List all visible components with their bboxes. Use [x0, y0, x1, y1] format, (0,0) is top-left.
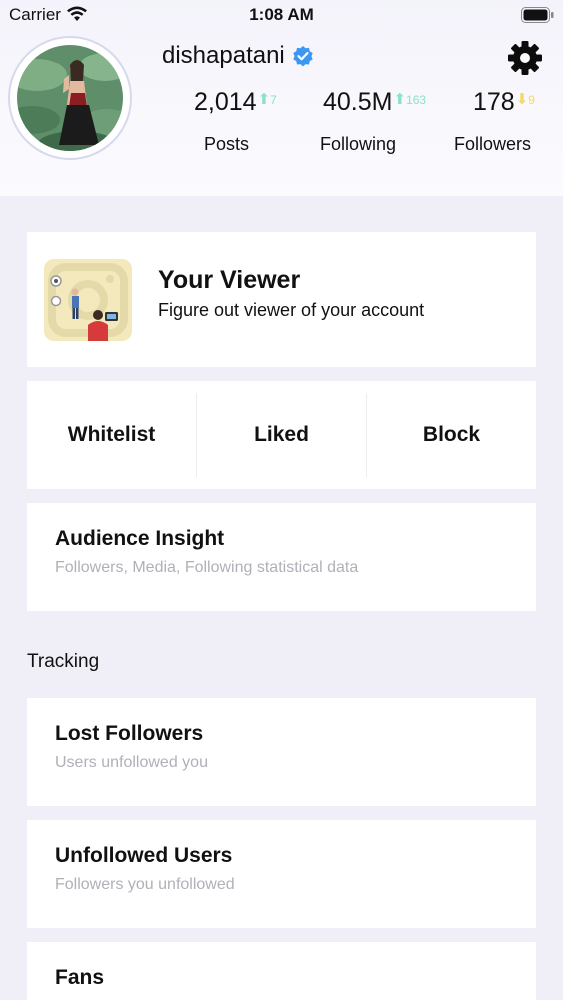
- arrow-up-icon: ⬆: [257, 91, 271, 108]
- posts-count: 2,014: [194, 88, 257, 116]
- username-row: dishapatani: [162, 42, 315, 70]
- verified-badge-icon: [293, 46, 313, 67]
- gear-icon[interactable]: [507, 40, 543, 76]
- battery-icon: [521, 7, 554, 23]
- viewer-title: Your Viewer: [158, 266, 301, 294]
- audience-insight-title: Audience Insight: [55, 527, 225, 550]
- fans-title: Fans: [55, 966, 105, 989]
- unfollowed-users-title: Unfollowed Users: [55, 844, 233, 867]
- tracking-section-label: Tracking: [27, 651, 100, 672]
- following-delta: ⬆163: [393, 91, 427, 108]
- arrow-down-icon: ⬇: [515, 91, 529, 108]
- posts-stat[interactable]: 2,014⬆7: [194, 88, 277, 117]
- status-bar: Carrier 1:08 AM: [0, 0, 563, 30]
- username: dishapatani: [162, 42, 285, 69]
- avatar-ring[interactable]: [8, 36, 132, 160]
- audience-insight-subtitle: Followers, Media, Following statistical …: [55, 559, 359, 576]
- lost-followers-title: Lost Followers: [55, 722, 204, 745]
- clock: 1:08 AM: [249, 5, 314, 24]
- posts-delta: ⬆7: [257, 91, 277, 108]
- unfollowed-users-subtitle: Followers you unfollowed: [55, 876, 235, 893]
- posts-label: Posts: [204, 134, 250, 154]
- arrow-up-icon: ⬆: [393, 91, 407, 108]
- lost-followers-card[interactable]: Lost Followers Users unfollowed you: [27, 698, 536, 806]
- following-count: 40.5M: [323, 88, 393, 116]
- viewer-illustration: [44, 259, 132, 341]
- audience-insight-card[interactable]: Audience Insight Followers, Media, Follo…: [27, 503, 536, 611]
- viewer-subtitle: Figure out viewer of your account: [158, 300, 425, 320]
- followers-delta: ⬇9: [515, 91, 535, 108]
- followers-label: Followers: [454, 134, 532, 154]
- lost-followers-subtitle: Users unfollowed you: [55, 754, 208, 771]
- avatar: [17, 45, 123, 151]
- followers-count: 178: [473, 88, 515, 116]
- fans-card[interactable]: Fans: [27, 942, 536, 1000]
- unfollowed-users-card[interactable]: Unfollowed Users Followers you unfollowe…: [27, 820, 536, 928]
- list-tabs-card: Whitelist Liked Block: [27, 381, 536, 489]
- following-stat[interactable]: 40.5M⬆163: [323, 88, 426, 117]
- block-button[interactable]: Block: [367, 381, 536, 489]
- liked-button[interactable]: Liked: [197, 381, 366, 489]
- your-viewer-card[interactable]: Your Viewer Figure out viewer of your ac…: [27, 232, 536, 367]
- following-label: Following: [320, 134, 397, 154]
- followers-stat[interactable]: 178⬇9: [473, 88, 535, 117]
- whitelist-button[interactable]: Whitelist: [27, 381, 196, 489]
